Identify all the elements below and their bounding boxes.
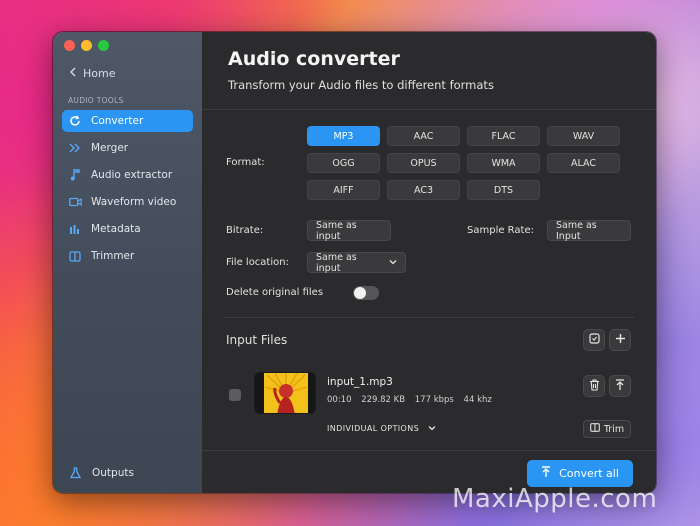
close-window-button[interactable]	[64, 40, 75, 51]
file-location-select[interactable]: Same as input	[307, 251, 406, 274]
format-option-aac[interactable]: AAC	[387, 126, 460, 146]
merge-arrows-icon	[68, 141, 82, 155]
sidebar-item-audio-extractor[interactable]: Audio extractor	[62, 164, 193, 186]
metadata-bars-icon	[68, 222, 82, 236]
outputs-label: Outputs	[92, 467, 134, 479]
sample-rate-label: Sample Rate:	[467, 225, 534, 236]
format-option-ac3[interactable]: AC3	[387, 180, 460, 200]
app-window: Home AUDIO TOOLS Converter Merger Audio …	[52, 31, 657, 494]
trim-label: Trim	[603, 423, 625, 435]
file-select-checkbox[interactable]	[229, 389, 241, 401]
individual-options-toggle[interactable]: INDIVIDUAL OPTIONS	[327, 424, 436, 433]
sidebar-item-label: Merger	[91, 142, 129, 154]
format-option-mp3[interactable]: MP3	[307, 126, 380, 146]
format-option-wma[interactable]: WMA	[467, 153, 540, 173]
plus-icon	[615, 333, 626, 347]
file-thumbnail	[254, 372, 316, 414]
section-label: AUDIO TOOLS	[68, 96, 124, 105]
arrow-up-to-line-icon	[541, 466, 551, 481]
delete-original-label: Delete original files	[226, 287, 324, 298]
file-bitrate: 177 kbps	[414, 395, 454, 405]
watermark: MaxiApple.com	[452, 484, 658, 514]
chevron-left-icon	[69, 67, 77, 80]
clear-list-icon	[588, 333, 600, 347]
file-meta: 00:10 229.82 KB 177 kbps 44 khz	[327, 395, 499, 405]
minimize-window-button[interactable]	[81, 40, 92, 51]
sidebar-item-label: Trimmer	[91, 250, 135, 262]
arrow-up-to-line-icon	[615, 378, 625, 394]
refresh-icon	[68, 114, 82, 128]
sidebar-item-label: Waveform video	[91, 196, 177, 208]
trim-icon	[68, 249, 82, 263]
delete-file-button[interactable]	[583, 375, 605, 397]
music-note-icon	[68, 168, 82, 182]
page-title: Audio converter	[228, 48, 400, 70]
video-camera-icon	[68, 195, 82, 209]
window-controls	[64, 40, 109, 51]
format-option-flac[interactable]: FLAC	[467, 126, 540, 146]
trim-button[interactable]: Trim	[583, 420, 631, 438]
sidebar-item-label: Audio extractor	[91, 169, 173, 181]
trim-icon	[590, 423, 600, 435]
file-location-label: File location:	[226, 257, 289, 268]
format-option-dts[interactable]: DTS	[467, 180, 540, 200]
add-file-button[interactable]	[609, 329, 631, 351]
zoom-window-button[interactable]	[98, 40, 109, 51]
chevron-down-icon	[428, 424, 436, 433]
file-sample-rate: 44 khz	[463, 395, 492, 405]
sidebar-item-merger[interactable]: Merger	[62, 137, 193, 159]
home-link[interactable]: Home	[69, 67, 115, 80]
bitrate-select[interactable]: Same as input	[307, 220, 391, 242]
sidebar-item-label: Converter	[91, 115, 144, 127]
move-to-top-button[interactable]	[609, 375, 631, 397]
sidebar-item-waveform-video[interactable]: Waveform video	[62, 191, 193, 213]
sidebar: Home AUDIO TOOLS Converter Merger Audio …	[53, 32, 202, 493]
sidebar-item-label: Metadata	[91, 223, 141, 235]
file-location-value: Same as input	[316, 251, 357, 274]
convert-all-label: Convert all	[559, 467, 619, 480]
format-option-opus[interactable]: OPUS	[387, 153, 460, 173]
main-panel: Audio converter Transform your Audio fil…	[202, 32, 656, 493]
sidebar-item-metadata[interactable]: Metadata	[62, 218, 193, 240]
settings-divider	[224, 317, 634, 318]
input-files-title: Input Files	[226, 333, 288, 347]
sample-rate-select[interactable]: Same as Input	[547, 220, 631, 242]
bitrate-label: Bitrate:	[226, 225, 264, 236]
file-name: input_1.mp3	[327, 376, 393, 388]
format-option-wav[interactable]: WAV	[547, 126, 620, 146]
format-option-aiff[interactable]: AIFF	[307, 180, 380, 200]
sidebar-item-trimmer[interactable]: Trimmer	[62, 245, 193, 267]
sidebar-nav: Converter Merger Audio extractor Wavefor…	[62, 110, 193, 272]
format-option-ogg[interactable]: OGG	[307, 153, 380, 173]
individual-options-label: INDIVIDUAL OPTIONS	[327, 424, 420, 433]
sidebar-item-outputs[interactable]: Outputs	[68, 466, 134, 480]
toggle-knob	[354, 287, 366, 299]
file-duration: 00:10	[327, 395, 352, 405]
delete-original-toggle[interactable]	[353, 286, 379, 300]
page-subtitle: Transform your Audio files to different …	[228, 78, 494, 92]
sidebar-item-converter[interactable]: Converter	[62, 110, 193, 132]
chevron-down-icon	[389, 257, 397, 268]
format-label: Format:	[226, 157, 265, 168]
footer-divider	[202, 450, 656, 451]
home-label: Home	[83, 67, 116, 80]
trash-icon	[589, 378, 600, 394]
convert-all-button[interactable]: Convert all	[527, 460, 633, 487]
format-option-alac[interactable]: ALAC	[547, 153, 620, 173]
header-divider	[202, 109, 656, 110]
clear-files-button[interactable]	[583, 329, 605, 351]
file-size: 229.82 KB	[361, 395, 406, 405]
flask-icon	[68, 466, 82, 480]
